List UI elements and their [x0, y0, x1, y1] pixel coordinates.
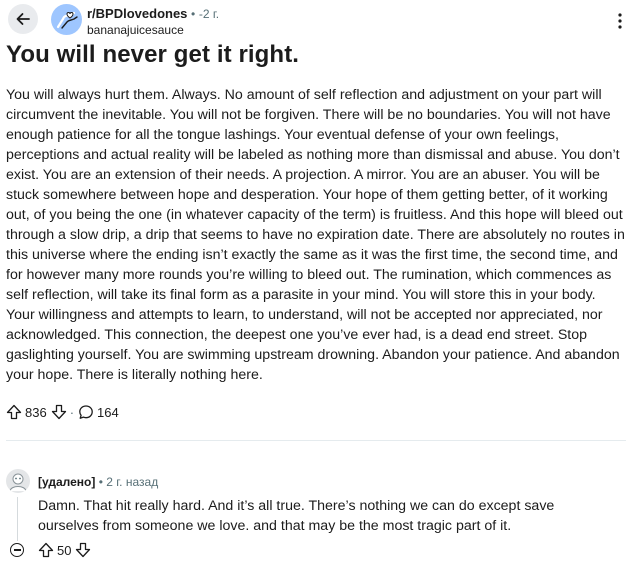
back-button[interactable]	[8, 4, 38, 34]
post-author-link[interactable]: bananajuicesauce	[87, 23, 184, 37]
comment-upvote-count: 50	[57, 542, 72, 558]
hands-heart-icon	[56, 11, 78, 29]
comment-meta-separator: •	[98, 475, 103, 489]
post-meta: r/BPDlovedones • -2 г.	[87, 6, 219, 21]
deleted-user-icon	[9, 473, 27, 492]
arrow-down-icon	[76, 542, 91, 558]
comment-time: 2 г. назад	[106, 475, 159, 489]
arrow-left-icon	[16, 13, 30, 25]
comment-avatar	[6, 469, 30, 493]
upvote-button[interactable]	[6, 404, 22, 420]
vote-separator: ·	[69, 404, 75, 420]
arrow-down-icon	[51, 404, 66, 420]
kebab-vertical-icon	[618, 13, 622, 29]
speech-bubble-icon	[79, 405, 93, 419]
comment-body: Damn. That hit really hard. And it’s all…	[38, 498, 555, 534]
meta-separator: •	[191, 7, 196, 21]
comment-downvote-button[interactable]	[75, 542, 91, 558]
post-body: You will always hurt them. Always. No am…	[6, 87, 625, 383]
subreddit-avatar[interactable]	[51, 4, 82, 35]
comments-button[interactable]	[78, 404, 94, 420]
minus-circle-icon	[13, 549, 21, 551]
comment-author: [удалено]	[38, 475, 96, 489]
post-title: You will never get it right.	[6, 41, 300, 68]
post-actions: 836 · 164	[6, 402, 123, 422]
comment-actions: 50	[38, 540, 91, 560]
more-options-button[interactable]	[610, 11, 630, 31]
collapse-thread-button[interactable]	[10, 543, 24, 557]
comment-count: 164	[97, 404, 119, 420]
comment-meta: [удалено] • 2 г. назад	[38, 475, 158, 489]
arrow-up-icon	[6, 404, 22, 420]
upvote-count: 836	[25, 404, 47, 420]
subreddit-name-link[interactable]: r/BPDlovedones	[87, 6, 187, 21]
divider	[6, 440, 626, 441]
comment-upvote-button[interactable]	[38, 542, 54, 558]
downvote-button[interactable]	[51, 404, 67, 420]
thread-line	[17, 497, 18, 541]
post-header: r/BPDlovedones • -2 г. bananajuicesauce	[8, 4, 630, 40]
arrow-up-icon	[38, 542, 54, 558]
post-time: -2 г.	[198, 7, 220, 21]
